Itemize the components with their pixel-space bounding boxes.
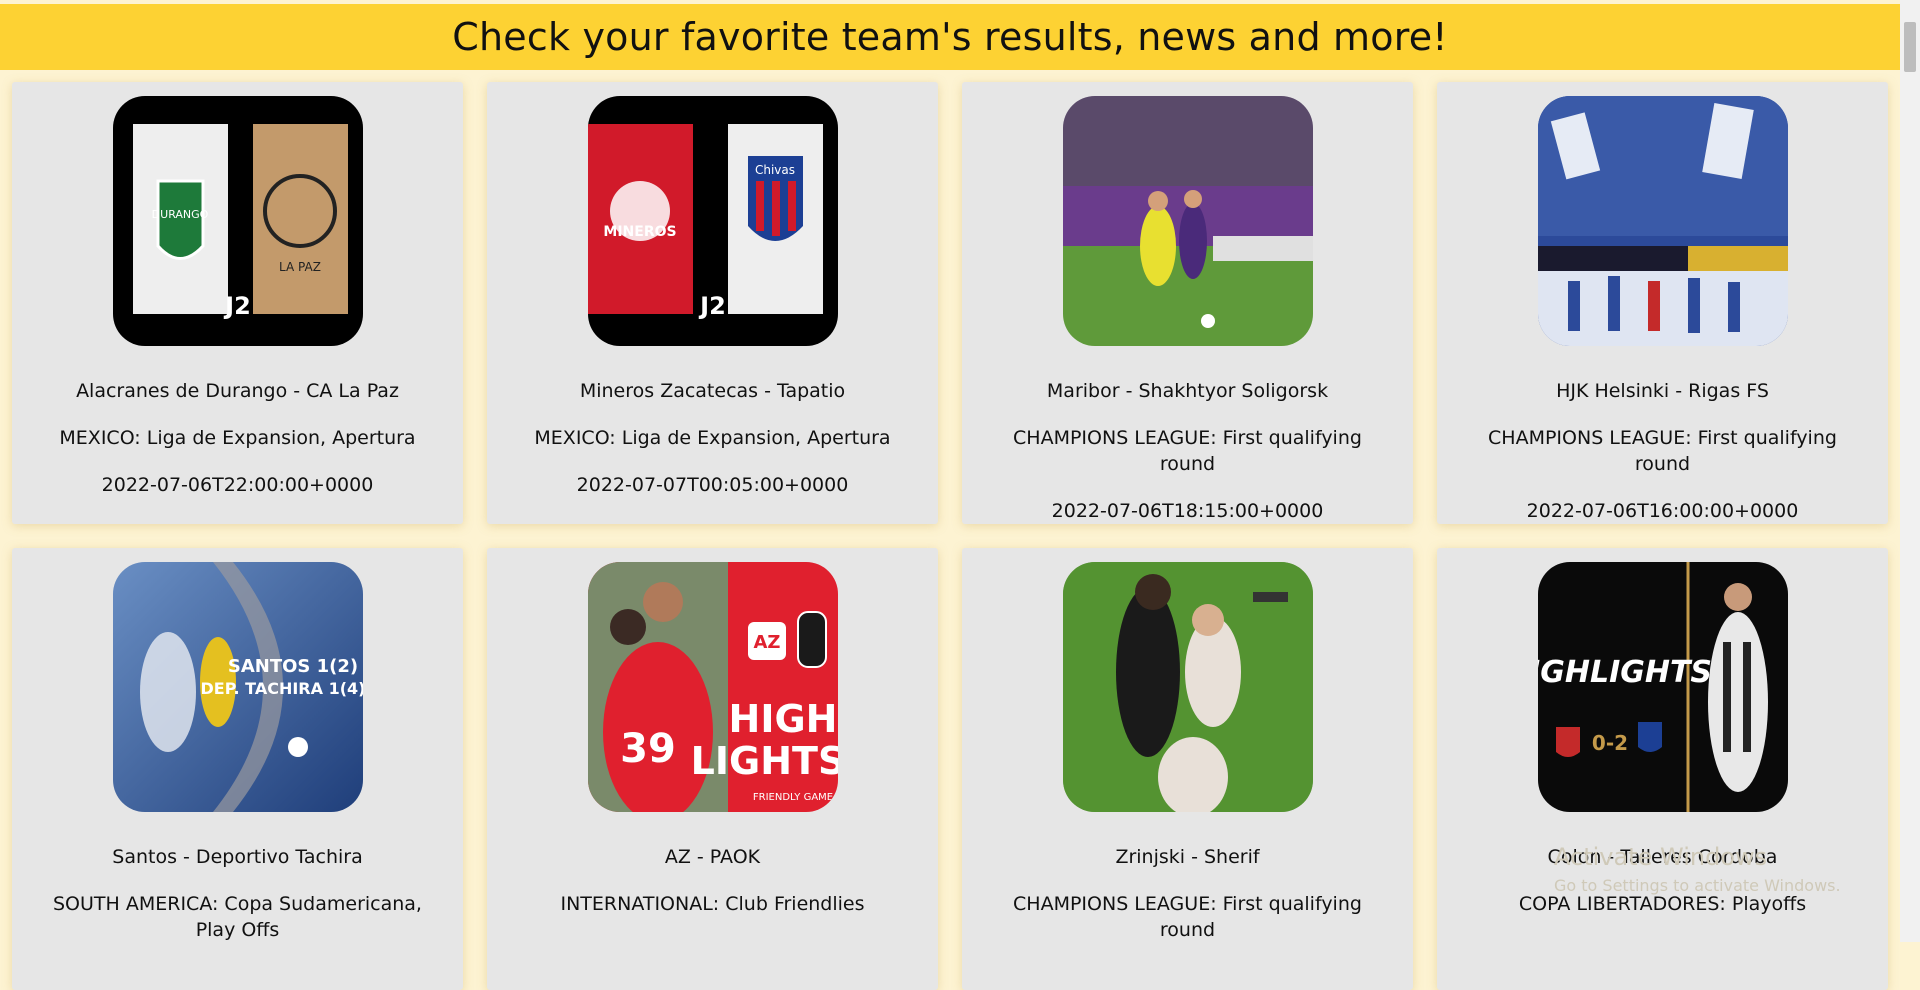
svg-text:DURANGO: DURANGO [151,208,208,221]
page-title: Check your favorite team's results, news… [452,15,1448,59]
page-header: Check your favorite team's results, news… [0,4,1900,70]
match-thumbnail[interactable]: DURANGO LA PAZ J2 [112,96,363,346]
activate-windows-title: Activate Windows [1554,843,1768,871]
match-card[interactable]: HIGHLIGHTS 0-2 Colon - Talleres Cordoba … [1437,548,1888,990]
match-thumbnail[interactable] [1062,96,1313,346]
svg-text:J2: J2 [223,292,251,320]
match-thumbnail[interactable]: 39 AZ HIGH LIGHTS FRIENDLY GAME [587,562,838,812]
match-competition: INTERNATIONAL: Club Friendlies [560,893,865,915]
match-title: Maribor - Shakhtyor Soligorsk [1046,380,1329,402]
match-card[interactable]: SANTOS 1(2) DEP. TACHIRA 1(4) Santos - D… [12,548,463,990]
match-title: HJK Helsinki - Rigas FS [1556,380,1769,402]
match-competition: CHAMPIONS LEAGUE: First qualifying round [1013,427,1362,475]
svg-text:0-2: 0-2 [1591,731,1627,755]
match-title: Mineros Zacatecas - Tapatio [579,380,846,402]
match-title: Santos - Deportivo Tachira [112,846,363,868]
match-thumbnail[interactable] [1537,96,1788,346]
svg-text:HIGHLIGHTS: HIGHLIGHTS [1538,655,1712,690]
match-card[interactable]: 39 AZ HIGH LIGHTS FRIENDLY GAME AZ - PAO… [487,548,938,990]
svg-text:39: 39 [620,726,676,772]
match-card[interactable]: MINEROS Chivas J2 Mineros Zacatecas - Ta… [487,82,938,524]
match-card[interactable]: Zrinjski - Sherif CHAMPIONS LEAGUE: Firs… [962,548,1413,990]
match-competition: SOUTH AMERICA: Copa Sudamericana, Play O… [53,893,422,941]
match-card[interactable]: DURANGO LA PAZ J2 Alacranes de Durango -… [12,82,463,524]
vertical-scrollbar[interactable] [1900,0,1920,942]
svg-text:AZ: AZ [753,632,780,653]
svg-text:J2: J2 [698,292,726,320]
match-title: Zrinjski - Sherif [1115,846,1260,868]
svg-text:SANTOS 1(2): SANTOS 1(2) [227,656,357,677]
match-competition: MEXICO: Liga de Expansion, Apertura [534,427,891,449]
match-thumbnail[interactable]: MINEROS Chivas J2 [587,96,838,346]
svg-text:FRIENDLY GAME: FRIENDLY GAME [752,792,832,803]
match-date: 2022-07-07T00:05:00+0000 [576,474,849,496]
svg-text:HIGH: HIGH [728,697,837,741]
match-date: 2022-07-06T18:15:00+0000 [1051,500,1324,522]
svg-text:MINEROS: MINEROS [603,224,676,240]
match-card[interactable]: HJK Helsinki - Rigas FS CHAMPIONS LEAGUE… [1437,82,1888,524]
svg-text:LA PAZ: LA PAZ [279,260,321,274]
match-thumbnail[interactable]: SANTOS 1(2) DEP. TACHIRA 1(4) [112,562,363,812]
match-competition: CHAMPIONS LEAGUE: First qualifying round [1013,893,1362,941]
match-date: 2022-07-06T16:00:00+0000 [1526,500,1799,522]
svg-text:DEP. TACHIRA 1(4): DEP. TACHIRA 1(4) [200,679,362,698]
svg-text:LIGHTS: LIGHTS [690,739,837,783]
match-competition: CHAMPIONS LEAGUE: First qualifying round [1488,427,1837,475]
match-title: AZ - PAOK [664,846,761,868]
match-thumbnail[interactable]: HIGHLIGHTS 0-2 [1537,562,1788,812]
activate-windows-subtitle: Go to Settings to activate Windows. [1554,876,1841,895]
match-thumbnail[interactable] [1062,562,1313,812]
match-competition: MEXICO: Liga de Expansion, Apertura [59,427,416,449]
match-date: 2022-07-06T22:00:00+0000 [101,474,374,496]
svg-text:Chivas: Chivas [754,163,794,177]
match-card[interactable]: Maribor - Shakhtyor Soligorsk CHAMPIONS … [962,82,1413,524]
scrollbar-thumb[interactable] [1904,22,1916,72]
match-title: Alacranes de Durango - CA La Paz [76,380,399,402]
